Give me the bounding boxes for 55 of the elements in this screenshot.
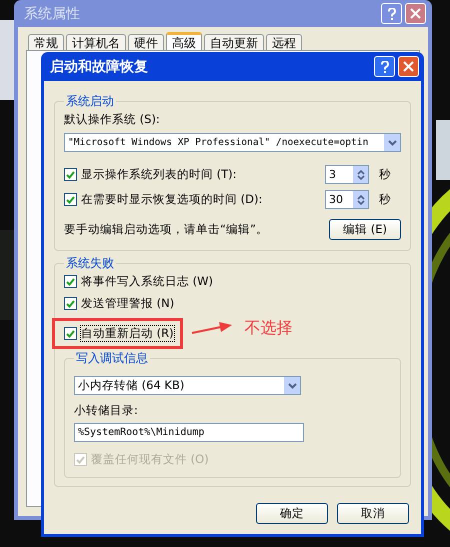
tab[interactable]: 计算机名 [66,34,126,50]
dropdown[interactable]: "Microsoft Windows XP Professional" /noexecute=optin [64,133,401,152]
group-title: 系统启动 [65,93,115,110]
check-icon [66,278,75,286]
chevron-down-icon [288,382,296,388]
check-icon [66,196,75,204]
checkbox[interactable] [64,327,77,340]
tab[interactable]: 常规 [28,34,64,50]
annotation-text: 不选择 [244,318,293,339]
tab[interactable]: 自动更新 [204,34,264,50]
check-icon [66,330,75,338]
window-title: 系统属性 [24,4,80,22]
tab[interactable]: 高级 [166,32,202,50]
check-icon [66,300,75,308]
checkbox-label: 将事件写入系统日志 (W) [81,274,213,289]
tab[interactable]: 远程 [266,34,302,50]
dialog-title: 启动和故障恢复 [50,58,148,76]
edit-button[interactable]: 编辑 (E) [329,219,401,240]
arrow [190,320,233,334]
question-icon [380,60,388,72]
close-icon [410,8,421,19]
close-icon [403,61,414,72]
dropdown[interactable]: 小内存转储 (64 KB) [74,376,301,395]
up-down-icon [356,168,364,180]
help-button[interactable] [374,56,395,77]
up-down-icon [356,194,364,206]
field-label: 默认操作系统 (S): [64,112,161,127]
checkbox-label: 显示操作系统列表的时间 (T): [81,167,237,182]
cancel-button[interactable]: 取消 [337,503,409,524]
checkbox-label: 覆盖任何现有文件 (O) [91,452,209,467]
spin-field[interactable]: 30 [325,190,369,209]
close-button[interactable] [398,56,419,77]
checkbox-label: 发送管理警报 (N) [81,296,174,311]
hint-text: 要手动编辑启动选项，请单击“编辑”。 [64,222,268,237]
input-field[interactable]: %SystemRoot%\Minidump [74,423,304,442]
tab[interactable]: 硬件 [128,34,164,50]
checkbox-label: 在需要时显示恢复选项的时间 (D): [81,192,262,207]
close-button[interactable] [405,3,426,24]
chevron-down-icon [388,140,396,146]
question-icon [388,8,396,20]
checkbox[interactable] [64,297,77,310]
group-title: 系统失败 [65,255,115,272]
unit-label: 秒 [379,192,391,207]
checkbox[interactable] [64,193,77,206]
help-button[interactable] [381,3,402,24]
unit-label: 秒 [379,167,391,182]
spin-field[interactable]: 3 [325,165,369,184]
field-label: 小转储目录: [74,403,139,418]
checkbox[interactable] [64,275,77,288]
check-icon [76,456,85,464]
check-icon [66,170,75,178]
checkbox-label: 自动重新启动 (R) [81,326,174,341]
ok-button[interactable]: 确定 [256,503,328,524]
checkbox[interactable] [64,168,77,181]
group-title: 写入调试信息 [75,350,149,367]
